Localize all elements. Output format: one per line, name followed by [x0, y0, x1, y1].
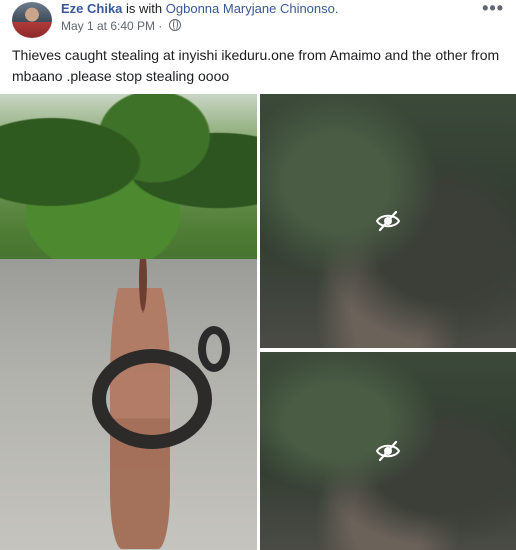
photo-tyre	[92, 349, 212, 449]
eye-slash-icon	[375, 210, 401, 232]
author-avatar[interactable]	[12, 2, 52, 38]
post-timestamp-link[interactable]: May 1 at 6:40 PM	[61, 19, 155, 33]
eye-slash-icon	[375, 440, 401, 462]
author-name-link[interactable]: Eze Chika	[61, 1, 122, 16]
photo-trees	[0, 94, 257, 264]
post-header: Eze Chika is with Ogbonna Maryjane Chino…	[0, 0, 516, 40]
post-photo-main[interactable]	[0, 94, 257, 550]
more-options-icon[interactable]: •••	[482, 0, 504, 19]
meta-separator: ·	[155, 19, 166, 33]
post-meta: May 1 at 6:40 PM ·	[61, 19, 181, 33]
facebook-post: Eze Chika is with Ogbonna Maryjane Chino…	[0, 0, 516, 550]
photo-tyre-background	[198, 326, 230, 372]
post-photo-hidden-bottom[interactable]	[260, 352, 516, 550]
with-text: is with	[122, 1, 166, 16]
globe-icon[interactable]	[168, 19, 181, 31]
tagged-person-link[interactable]: Ogbonna Maryjane Chinonso.	[166, 1, 339, 16]
post-caption: Thieves caught stealing at inyishi ikedu…	[12, 47, 500, 84]
author-line: Eze Chika is with Ogbonna Maryjane Chino…	[61, 1, 339, 16]
post-photo-hidden-top[interactable]	[260, 94, 516, 348]
